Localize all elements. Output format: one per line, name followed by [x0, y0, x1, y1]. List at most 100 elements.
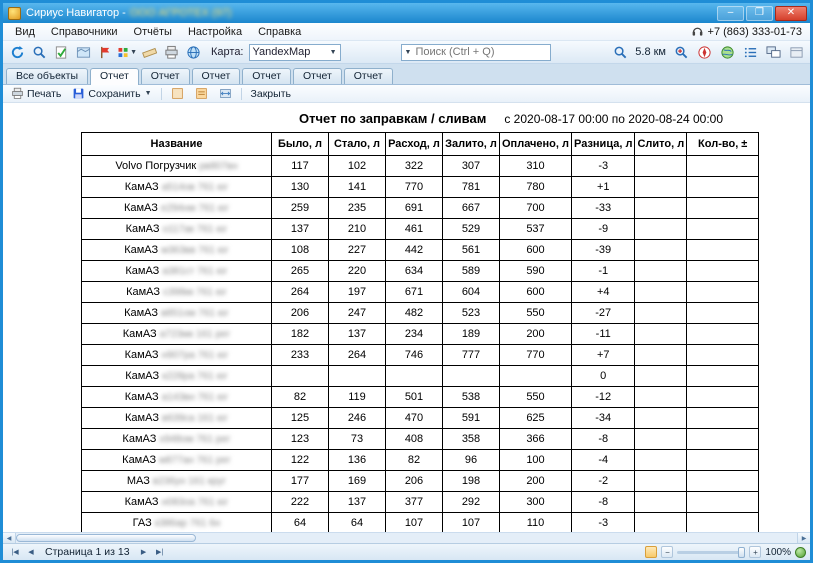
vehicle-name: КамАЗ — [126, 286, 163, 298]
map-panel-button[interactable] — [786, 43, 806, 62]
tab-report-active[interactable]: Отчет — [90, 68, 139, 85]
value-cell: 198 — [443, 471, 500, 492]
value-cell — [687, 387, 759, 408]
zoom-in-button[interactable] — [671, 43, 691, 62]
save-button[interactable]: Сохранить ▼ — [68, 86, 155, 101]
page-setup-button[interactable] — [191, 86, 212, 101]
value-cell: 110 — [500, 513, 572, 533]
vehicle-name: КамАЗ — [122, 454, 159, 466]
table-row: КамАЗ с398кк 761 юг264197671604600+4 — [82, 282, 759, 303]
compass-button[interactable] — [694, 43, 714, 62]
vehicle-name-cell: КамАЗ а723мк 161 рег — [82, 324, 272, 345]
vehicle-name: КамАЗ — [125, 349, 162, 361]
horizontal-scrollbar[interactable]: ◀ ▶ — [3, 532, 810, 543]
value-cell: -8 — [572, 492, 635, 513]
value-cell: 625 — [500, 408, 572, 429]
search-input[interactable] — [415, 46, 557, 58]
print-map-button[interactable] — [161, 43, 181, 62]
vehicle-plate-redacted: н907ра 761 юг — [162, 350, 229, 361]
geozones-button[interactable] — [51, 43, 71, 62]
value-cell: 780 — [500, 177, 572, 198]
value-cell: 259 — [272, 198, 329, 219]
value-cell: 264 — [272, 282, 329, 303]
menu-vid[interactable]: Вид — [7, 25, 43, 39]
column-header-bylo: Было, л — [272, 133, 329, 156]
refresh-button[interactable] — [7, 43, 27, 62]
tab-report-3[interactable]: Отчет — [192, 68, 241, 84]
value-cell: +7 — [572, 345, 635, 366]
value-cell — [687, 219, 759, 240]
search-map-button[interactable] — [29, 43, 49, 62]
zoom-out-button[interactable]: − — [661, 546, 673, 558]
value-cell: 117 — [272, 156, 329, 177]
vehicle-name-cell: КамАЗ н907ра 761 юг — [82, 345, 272, 366]
ruler-button[interactable] — [139, 43, 159, 62]
value-cell: 691 — [386, 198, 443, 219]
value-cell: 550 — [500, 303, 572, 324]
tab-report-6[interactable]: Отчет — [344, 68, 393, 84]
value-cell: +1 — [572, 177, 635, 198]
object-list-button[interactable] — [740, 43, 760, 62]
maximize-button[interactable]: ❐ — [746, 6, 773, 21]
scroll-track[interactable] — [16, 533, 797, 543]
vehicle-plate-redacted: с398кк 761 юг — [163, 287, 227, 298]
vehicle-name-cell: КамАЗ в639са 161 юг — [82, 408, 272, 429]
tab-report-5[interactable]: Отчет — [293, 68, 342, 84]
next-page-button[interactable]: ▶ — [136, 545, 152, 559]
search-dropdown-icon[interactable]: ▼ — [405, 49, 412, 56]
value-cell: 197 — [329, 282, 386, 303]
value-cell: 600 — [500, 240, 572, 261]
world-button[interactable] — [717, 43, 737, 62]
table-row: КамАЗ а514ов 761 юг130141770781780+1 — [82, 177, 759, 198]
scroll-right-icon[interactable]: ▶ — [797, 533, 810, 543]
palette-icon — [117, 45, 129, 60]
page-color-button[interactable] — [167, 86, 188, 101]
prev-page-button[interactable]: ◀ — [23, 545, 39, 559]
save-dropdown-arrow[interactable]: ▼ — [145, 90, 152, 97]
statusbar-right-group: − + 100% — [645, 546, 806, 558]
globe-button[interactable] — [183, 43, 203, 62]
value-cell: 82 — [386, 450, 443, 471]
tab-all-objects[interactable]: Все объекты — [6, 68, 88, 84]
fit-width-button[interactable] — [215, 86, 236, 101]
menu-otchety[interactable]: Отчёты — [126, 25, 180, 39]
menu-spravochniki[interactable]: Справочники — [43, 25, 126, 39]
map-provider-select[interactable]: YandexMap ▼ — [249, 44, 341, 61]
split-view-button[interactable] — [763, 43, 783, 62]
scroll-left-icon[interactable]: ◀ — [3, 533, 16, 543]
tab-report-2[interactable]: Отчет — [141, 68, 190, 84]
value-cell — [687, 177, 759, 198]
last-page-button[interactable]: ▶| — [152, 545, 168, 559]
zoom-in-mini-button[interactable]: + — [749, 546, 761, 558]
value-cell: 600 — [500, 282, 572, 303]
first-page-button[interactable]: |◀ — [7, 545, 23, 559]
value-cell — [635, 303, 687, 324]
value-cell: 64 — [329, 513, 386, 533]
menu-nastroyka[interactable]: Настройка — [180, 25, 250, 39]
column-header-name: Название — [82, 133, 272, 156]
print-button[interactable]: Печать — [7, 86, 65, 101]
zoom-slider[interactable] — [677, 551, 745, 554]
scale-button[interactable] — [610, 43, 630, 62]
value-cell: 561 — [443, 240, 500, 261]
flag-button[interactable] — [95, 43, 115, 62]
palette-button[interactable]: ▼ — [117, 43, 137, 62]
value-cell: 442 — [386, 240, 443, 261]
close-report-button[interactable]: Закрыть — [247, 87, 295, 101]
value-cell: 123 — [272, 429, 329, 450]
map-select-button[interactable] — [73, 43, 93, 62]
vehicle-name: КамАЗ — [125, 391, 162, 403]
close-button[interactable]: ✕ — [775, 6, 807, 21]
value-cell — [635, 345, 687, 366]
list-icon — [743, 45, 758, 60]
search-box[interactable]: ▼ — [401, 44, 551, 61]
fit-page-button[interactable] — [645, 546, 657, 558]
scroll-thumb[interactable] — [16, 534, 196, 542]
map-select-icon — [76, 45, 91, 60]
tab-report-4[interactable]: Отчет — [242, 68, 291, 84]
minimize-button[interactable]: – — [717, 6, 744, 21]
value-cell: -34 — [572, 408, 635, 429]
menu-spravka[interactable]: Справка — [250, 25, 309, 39]
zoom-slider-thumb[interactable] — [738, 547, 745, 558]
status-orb-icon[interactable] — [795, 547, 806, 558]
